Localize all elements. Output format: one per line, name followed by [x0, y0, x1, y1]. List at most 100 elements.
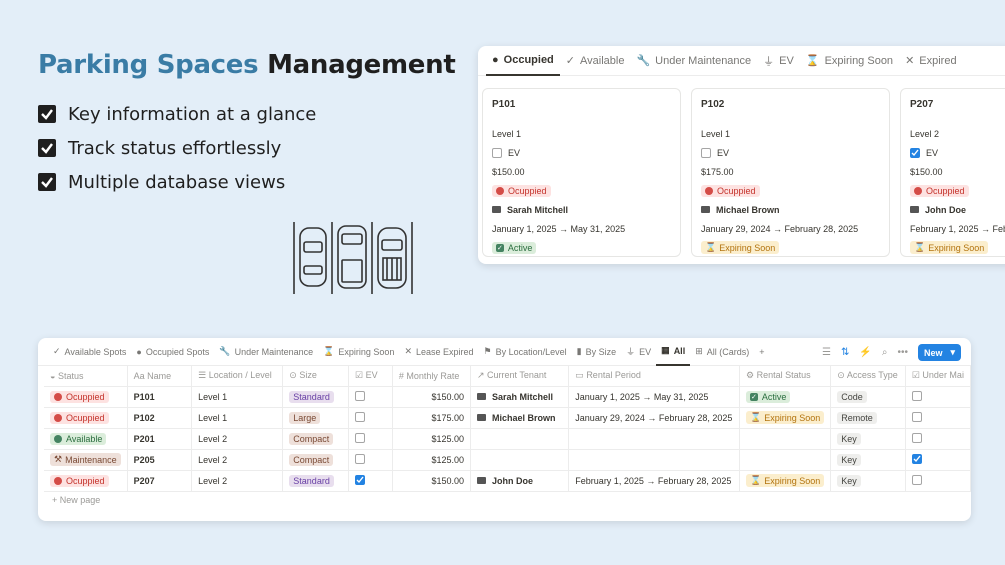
tab-expiring-soon[interactable]: ⌛ Expiring Soon	[318, 338, 399, 366]
tab-all[interactable]: ▦ All	[656, 338, 691, 366]
col-rate[interactable]: # Monthly Rate	[392, 366, 471, 387]
maintenance-checkbox[interactable]	[911, 411, 922, 422]
sort-icon[interactable]: ⇅	[841, 347, 849, 358]
table-row[interactable]: Available P201 Level 2 Compact $125.00 Key	[44, 428, 971, 450]
cell-size[interactable]: Compact	[282, 428, 350, 450]
filter-icon[interactable]: ☰	[822, 347, 831, 358]
table-row[interactable]: Ocuppied P207 Level 2 Standard $150.00 John D…	[44, 470, 971, 492]
add-view-button[interactable]: +	[754, 338, 769, 366]
cell-name[interactable]: P201	[127, 428, 193, 450]
cell-rental-status[interactable]: ⌛ Expiring Soon	[739, 407, 832, 429]
cell-status[interactable]: Ocuppied	[44, 386, 128, 408]
table-row[interactable]: Ocuppied P101 Level 1 Standard $150.00 Sarah …	[44, 386, 971, 408]
cell-rate[interactable]: $150.00	[392, 470, 471, 492]
automation-icon[interactable]: ⚡	[859, 347, 871, 358]
table-row[interactable]: Ocuppied P102 Level 1 Large $175.00 Michael B…	[44, 407, 971, 429]
chevron-down-icon[interactable]: ▾	[950, 347, 955, 358]
cell-maintenance[interactable]	[905, 449, 971, 471]
cell-name[interactable]: P207	[127, 470, 193, 492]
cell-access[interactable]: Code	[830, 386, 906, 408]
tab-expiring-soon[interactable]: ⌛ Expiring Soon	[800, 46, 899, 76]
tab-under-maintenance[interactable]: 🔧 Under Maintenance	[630, 46, 757, 76]
cell-status[interactable]: ⚒ Maintenance	[44, 449, 128, 471]
table-row[interactable]: ⚒ Maintenance P205 Level 2 Compact $125.00 Key	[44, 449, 971, 471]
tab-lease-expired[interactable]: ✕ Lease Expired	[399, 338, 478, 366]
cell-size[interactable]: Standard	[282, 470, 350, 492]
cell-maintenance[interactable]	[905, 428, 971, 450]
cell-rental-status[interactable]	[739, 428, 832, 450]
cell-tenant[interactable]: Michael Brown	[470, 407, 570, 429]
tab-ev[interactable]: ⏚ EV	[621, 338, 656, 366]
cell-name[interactable]: P101	[127, 386, 193, 408]
cell-name[interactable]: P102	[127, 407, 193, 429]
cell-access[interactable]: Key	[830, 470, 906, 492]
tab-occupied-spots[interactable]: ● Occupied Spots	[131, 338, 214, 366]
col-status[interactable]: ◒ Status	[44, 366, 128, 387]
ev-checkbox[interactable]	[492, 147, 502, 158]
col-maintenance[interactable]: ☑ Under Mai	[905, 366, 971, 387]
cell-period[interactable]	[568, 428, 741, 450]
ev-checkbox[interactable]	[355, 432, 366, 443]
tab-under-maintenance[interactable]: 🔧 Under Maintenance	[214, 338, 318, 366]
tab-occupied[interactable]: ● Occupied	[486, 46, 560, 76]
cell-status[interactable]: Ocuppied	[44, 407, 128, 429]
col-ev[interactable]: ☑ EV	[348, 366, 393, 387]
cell-maintenance[interactable]	[905, 407, 971, 429]
cell-ev[interactable]	[348, 407, 393, 429]
new-button[interactable]: New ▾	[917, 344, 961, 361]
cell-period[interactable]	[568, 449, 741, 471]
ev-checkbox[interactable]	[910, 147, 920, 158]
cell-access[interactable]: Key	[830, 428, 906, 450]
tab-available-spots[interactable]: ✓ Available Spots	[48, 338, 131, 366]
cell-level[interactable]: Level 1	[191, 386, 284, 408]
cell-maintenance[interactable]	[905, 386, 971, 408]
cell-level[interactable]: Level 1	[191, 407, 284, 429]
tab-expired[interactable]: ✕ Expired	[899, 46, 963, 76]
cell-ev[interactable]	[348, 386, 393, 408]
cell-size[interactable]: Standard	[282, 386, 350, 408]
cell-access[interactable]: Key	[830, 449, 906, 471]
maintenance-checkbox[interactable]	[911, 432, 922, 443]
col-rental-status[interactable]: ⚙ Rental Status	[739, 366, 832, 387]
more-icon[interactable]: •••	[897, 347, 908, 358]
cell-rate[interactable]: $125.00	[392, 428, 471, 450]
maintenance-checkbox[interactable]	[911, 390, 922, 401]
col-name[interactable]: Aa Name	[127, 366, 193, 387]
cell-name[interactable]: P205	[127, 449, 193, 471]
cell-level[interactable]: Level 2	[191, 428, 284, 450]
col-size[interactable]: ⊙ Size	[282, 366, 350, 387]
cell-rental-status[interactable]: ⌛ Expiring Soon	[739, 470, 832, 492]
cell-period[interactable]: February 1, 2025 → February 28, 2025	[568, 470, 741, 492]
cell-tenant[interactable]	[470, 449, 570, 471]
cell-level[interactable]: Level 2	[191, 449, 284, 471]
cell-period[interactable]: January 1, 2025 → May 31, 2025	[568, 386, 741, 408]
tab-available[interactable]: ✓ Available	[560, 46, 631, 76]
cell-status[interactable]: Ocuppied	[44, 470, 128, 492]
tab-by-location[interactable]: ⚑ By Location/Level	[479, 338, 572, 366]
tab-all-cards[interactable]: ⊞ All (Cards)	[690, 338, 754, 366]
cell-access[interactable]: Remote	[830, 407, 906, 429]
cell-rental-status[interactable]: ✓ Active	[739, 386, 832, 408]
maintenance-checkbox[interactable]	[911, 454, 922, 464]
cell-rental-status[interactable]	[739, 449, 832, 471]
cell-ev[interactable]	[348, 470, 393, 492]
ev-checkbox[interactable]	[355, 475, 366, 485]
cell-size[interactable]: Large	[282, 407, 350, 429]
cell-rate[interactable]: $125.00	[392, 449, 471, 471]
tab-by-size[interactable]: ▮ By Size	[572, 338, 621, 366]
ev-checkbox[interactable]	[355, 453, 366, 464]
cell-tenant[interactable]	[470, 428, 570, 450]
cell-level[interactable]: Level 2	[191, 470, 284, 492]
cell-status[interactable]: Available	[44, 428, 128, 450]
search-icon[interactable]: ⌕	[882, 347, 888, 358]
cell-tenant[interactable]: Sarah Mitchell	[470, 386, 570, 408]
cell-size[interactable]: Compact	[282, 449, 350, 471]
cell-rate[interactable]: $175.00	[392, 407, 471, 429]
col-tenant[interactable]: ↗ Current Tenant	[470, 366, 570, 387]
parking-card[interactable]: P101 Level 1 EV $150.00 Ocuppied Sarah M…	[482, 88, 681, 257]
cell-rate[interactable]: $150.00	[392, 386, 471, 408]
ev-checkbox[interactable]	[701, 147, 711, 158]
col-level[interactable]: ☰ Location / Level	[191, 366, 284, 387]
parking-card[interactable]: P102 Level 1 EV $175.00 Ocuppied Michael…	[691, 88, 890, 257]
cell-period[interactable]: January 29, 2024 → February 28, 2025	[568, 407, 741, 429]
